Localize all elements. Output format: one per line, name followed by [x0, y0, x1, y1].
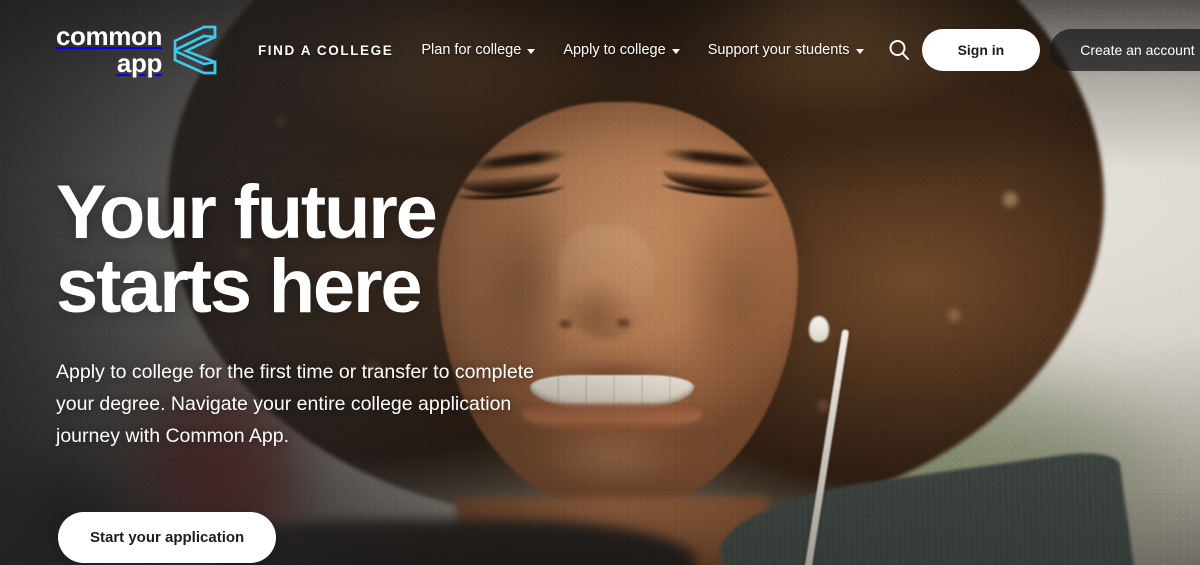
nav-label: Plan for college [421, 42, 522, 58]
chevron-down-icon [855, 48, 864, 54]
common-app-ribbon-icon [173, 25, 217, 75]
logo-common-app[interactable]: common app [56, 22, 218, 78]
site-header: common app FIND A COLLEGE Plan for colle… [0, 0, 1200, 100]
sign-in-button[interactable]: Sign in [921, 29, 1041, 71]
logo-word-line1: common [56, 21, 162, 52]
chevron-down-icon [671, 48, 680, 54]
search-icon [889, 40, 909, 60]
create-account-button[interactable]: Create an account [1050, 29, 1200, 71]
logo-wordmark: common app [56, 23, 162, 76]
nav-item-support-your-students[interactable]: Support your students [708, 42, 864, 58]
start-application-button[interactable]: Start your application [58, 512, 277, 563]
main-navigation: FIND A COLLEGE Plan for college Apply to… [258, 42, 864, 58]
header-actions: Sign in Create an account [882, 29, 1200, 71]
nav-label: Support your students [707, 42, 850, 58]
nav-label: FIND A COLLEGE [257, 42, 394, 58]
nav-item-find-a-college[interactable]: FIND A COLLEGE [258, 43, 393, 58]
hero-section: common app FIND A COLLEGE Plan for colle… [0, 0, 1200, 565]
hero-copy: Your future starts here Apply to college… [56, 175, 676, 452]
headline-line-2: starts here [56, 243, 423, 329]
headline-line-1: Your future [56, 170, 438, 255]
nav-item-plan-for-college[interactable]: Plan for college [421, 42, 536, 58]
nav-label: Apply to college [563, 42, 666, 58]
chevron-down-icon [527, 48, 536, 54]
hero-subcopy: Apply to college for the first time or t… [56, 361, 534, 447]
logo-word-line2: app [116, 48, 162, 78]
search-button[interactable] [882, 33, 916, 67]
page-title: Your future starts here [56, 175, 676, 329]
nav-item-apply-to-college[interactable]: Apply to college [563, 42, 680, 58]
